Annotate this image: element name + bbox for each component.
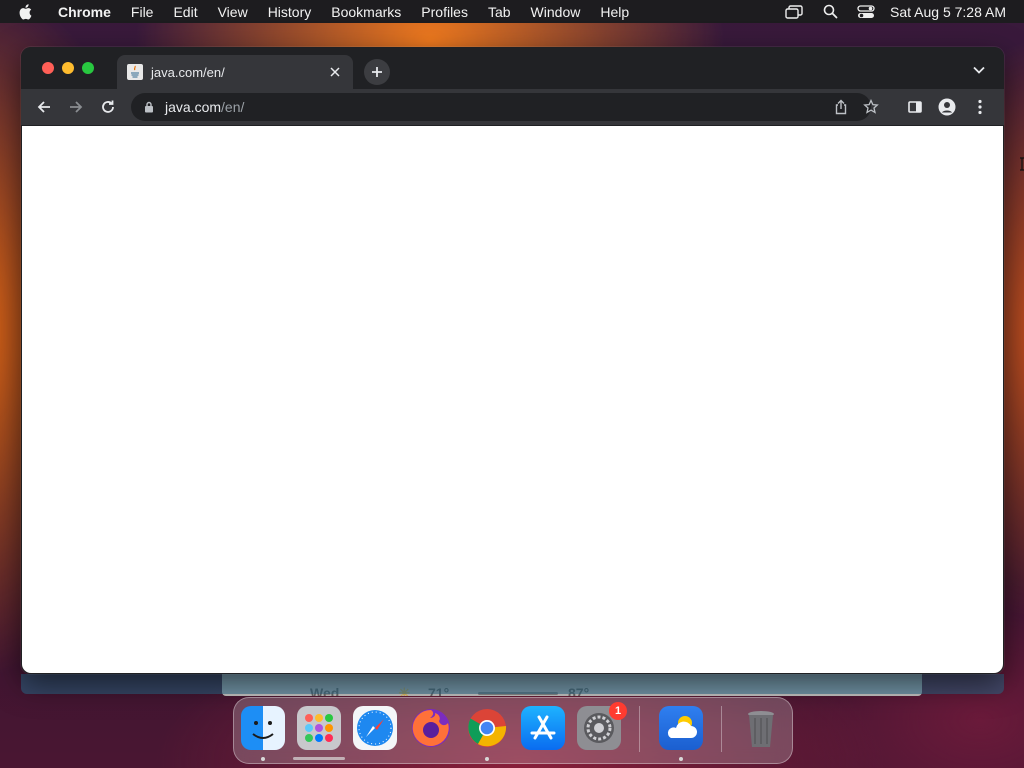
screen-mirroring-icon[interactable] xyxy=(784,4,804,20)
tab-strip: java.com/en/ xyxy=(21,47,1004,89)
control-center-icon[interactable] xyxy=(856,4,876,20)
tab-java[interactable]: java.com/en/ xyxy=(117,55,353,89)
menu-app-name[interactable]: Chrome xyxy=(48,4,121,20)
address-url[interactable]: java.com/en/ xyxy=(165,99,244,115)
minimize-window-button[interactable] xyxy=(62,62,74,74)
weather-icon[interactable] xyxy=(659,706,703,750)
window-shadow xyxy=(21,674,1004,694)
chrome-icon[interactable] xyxy=(465,706,509,750)
app-store-icon[interactable] xyxy=(521,706,565,750)
menu-view[interactable]: View xyxy=(208,4,258,20)
menu-profiles[interactable]: Profiles xyxy=(411,4,478,20)
dock-separator xyxy=(639,706,640,752)
menu-file[interactable]: File xyxy=(121,4,164,20)
profile-avatar-icon[interactable] xyxy=(937,97,957,117)
browser-toolbar: java.com/en/ xyxy=(21,89,1004,125)
menu-bookmarks[interactable]: Bookmarks xyxy=(321,4,411,20)
close-window-button[interactable] xyxy=(42,62,54,74)
menu-bar: Chrome File Edit View History Bookmarks … xyxy=(0,0,1024,23)
reload-icon[interactable] xyxy=(98,97,118,117)
zoom-window-button[interactable] xyxy=(82,62,94,74)
dock: 1 xyxy=(233,697,793,764)
bookmark-star-icon[interactable] xyxy=(863,98,879,115)
dock-scroll-indicator xyxy=(293,757,345,760)
side-panel-icon[interactable] xyxy=(905,97,925,117)
browser-window: java.com/en/ java.com/en/ xyxy=(21,47,1004,674)
url-path: /en/ xyxy=(221,99,245,115)
java-favicon-icon xyxy=(127,64,143,80)
menu-edit[interactable]: Edit xyxy=(163,4,207,20)
close-tab-icon[interactable] xyxy=(327,64,343,80)
menu-history[interactable]: History xyxy=(258,4,322,20)
page-content[interactable] xyxy=(22,126,1003,673)
system-settings-badge: 1 xyxy=(609,702,627,720)
share-icon[interactable] xyxy=(833,99,849,115)
forward-arrow-icon[interactable] xyxy=(66,97,86,117)
address-bar[interactable]: java.com/en/ xyxy=(131,93,879,121)
finder-icon[interactable] xyxy=(241,706,285,750)
chrome-running-indicator xyxy=(485,757,489,761)
weather-running-indicator xyxy=(679,757,683,761)
spotlight-search-icon[interactable] xyxy=(820,4,840,20)
dock-separator-2 xyxy=(721,706,722,752)
menu-window[interactable]: Window xyxy=(521,4,591,20)
tab-search-chevron-icon[interactable] xyxy=(971,64,987,76)
url-host: java.com xyxy=(165,99,222,115)
more-menu-icon[interactable] xyxy=(970,97,990,117)
menu-tab[interactable]: Tab xyxy=(478,4,521,20)
tab-title: java.com/en/ xyxy=(151,64,225,80)
new-tab-button[interactable] xyxy=(364,59,390,85)
menu-help[interactable]: Help xyxy=(590,4,639,20)
lock-icon[interactable] xyxy=(143,100,155,114)
trash-icon[interactable] xyxy=(739,706,783,750)
text-cursor-icon xyxy=(1019,157,1024,171)
safari-icon[interactable] xyxy=(353,706,397,750)
finder-running-indicator xyxy=(261,757,265,761)
apple-menu-icon[interactable] xyxy=(18,3,34,21)
launchpad-icon[interactable] xyxy=(297,706,341,750)
menu-clock[interactable]: Sat Aug 5 7:28 AM xyxy=(890,4,1006,20)
firefox-icon[interactable] xyxy=(409,706,453,750)
back-arrow-icon[interactable] xyxy=(34,97,54,117)
